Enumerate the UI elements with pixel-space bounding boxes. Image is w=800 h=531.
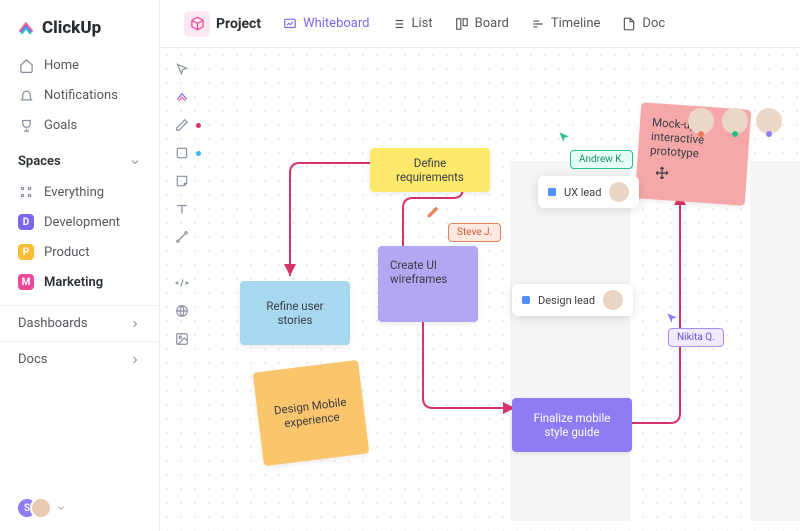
- dashboards-section[interactable]: Dashboards: [0, 305, 159, 341]
- whiteboard-canvas[interactable]: Define requirements Refine user stories …: [160, 48, 800, 531]
- space-label: Development: [44, 215, 120, 230]
- user-cursor-label: Steve J.: [448, 223, 501, 242]
- chevron-down-icon: [129, 156, 141, 168]
- space-label: Product: [44, 245, 89, 260]
- space-product[interactable]: P Product: [0, 237, 159, 267]
- space-badge: P: [18, 244, 34, 260]
- spaces-title: Spaces: [18, 154, 61, 169]
- section-label: Dashboards: [18, 316, 88, 331]
- view-list[interactable]: List: [381, 10, 442, 37]
- canvas-grid: [390, 161, 800, 521]
- nav-notifications[interactable]: Notifications: [8, 80, 151, 110]
- home-icon: [18, 57, 34, 73]
- whiteboard-icon: [283, 17, 297, 31]
- presence-avatars[interactable]: [688, 108, 782, 134]
- cube-icon: [184, 11, 210, 37]
- doc-icon: [622, 17, 636, 31]
- project-label: Project: [216, 16, 261, 32]
- view-timeline[interactable]: Timeline: [521, 10, 611, 37]
- note-text: Refine user stories: [252, 299, 338, 327]
- topbar: Project Whiteboard List Board Timeline D…: [160, 0, 800, 48]
- logo[interactable]: ClickUp: [0, 0, 159, 50]
- space-label: Everything: [44, 185, 104, 200]
- pencil-icon: [426, 205, 440, 219]
- list-icon: [391, 17, 405, 31]
- tool-embed[interactable]: [173, 274, 191, 292]
- timeline-icon: [531, 17, 545, 31]
- nav-goals[interactable]: Goals: [8, 110, 151, 140]
- tag-label: UX lead: [564, 186, 601, 199]
- space-development[interactable]: D Development: [0, 207, 159, 237]
- space-everything[interactable]: Everything: [0, 177, 159, 207]
- note-text: Finalize mobile style guide: [524, 411, 620, 439]
- user-cursor-label: Nikita Q.: [668, 328, 724, 347]
- chevron-right-icon: [129, 318, 141, 330]
- cursor-icon: [665, 311, 679, 325]
- view-board[interactable]: Board: [445, 10, 519, 37]
- grid-icon: [18, 184, 34, 200]
- view-label: Timeline: [551, 16, 601, 31]
- spaces-header[interactable]: Spaces: [0, 140, 159, 177]
- space-marketing[interactable]: M Marketing: [0, 267, 159, 297]
- tool-image[interactable]: [173, 330, 191, 348]
- note-create[interactable]: Create UI wireframes: [378, 246, 478, 322]
- nav-label: Home: [44, 58, 79, 73]
- avatar: [603, 290, 623, 310]
- view-label: List: [411, 16, 432, 31]
- tool-clickup[interactable]: [173, 88, 191, 106]
- sidebar-footer[interactable]: S: [0, 485, 159, 531]
- chevron-right-icon: [129, 354, 141, 366]
- nav-label: Notifications: [44, 88, 118, 103]
- bell-icon: [18, 87, 34, 103]
- presence-avatar[interactable]: [756, 108, 782, 134]
- brand-name: ClickUp: [42, 18, 101, 38]
- note-design[interactable]: Design Mobile experience: [253, 360, 370, 466]
- cursor-icon: [557, 130, 571, 144]
- space-label: Marketing: [44, 275, 103, 290]
- note-text: Define requirements: [382, 156, 478, 184]
- move-icon: [655, 166, 669, 180]
- note-text: Design Mobile experience: [269, 394, 354, 432]
- nav-label: Goals: [44, 118, 77, 133]
- nav-home[interactable]: Home: [8, 50, 151, 80]
- tool-shape[interactable]: [173, 144, 191, 162]
- note-text: Create UI wireframes: [390, 258, 466, 286]
- note-refine[interactable]: Refine user stories: [240, 281, 350, 345]
- view-whiteboard[interactable]: Whiteboard: [273, 10, 379, 37]
- tag-label: Design lead: [538, 294, 595, 307]
- tag-ux-lead[interactable]: UX lead: [538, 176, 639, 208]
- tool-cursor[interactable]: [173, 60, 191, 78]
- view-label: Board: [475, 16, 509, 31]
- tool-text[interactable]: [173, 200, 191, 218]
- note-finalize[interactable]: Finalize mobile style guide: [512, 398, 632, 452]
- user-avatar: [30, 497, 52, 519]
- view-doc[interactable]: Doc: [612, 10, 675, 37]
- trophy-icon: [18, 117, 34, 133]
- space-badge: M: [18, 274, 34, 290]
- primary-nav: Home Notifications Goals: [0, 50, 159, 140]
- presence-avatar[interactable]: [688, 108, 714, 134]
- tool-connector[interactable]: [173, 228, 191, 246]
- user-cursor-label: Andrew K.: [570, 150, 633, 169]
- avatar: [609, 182, 629, 202]
- clickup-logo-icon: [16, 18, 36, 38]
- view-label: Whiteboard: [303, 16, 369, 31]
- tool-sticky[interactable]: [173, 172, 191, 190]
- tool-web[interactable]: [173, 302, 191, 320]
- tool-rail: [168, 60, 196, 348]
- tool-pen[interactable]: [173, 116, 191, 134]
- docs-section[interactable]: Docs: [0, 341, 159, 377]
- sidebar: ClickUp Home Notifications Goals Spaces …: [0, 0, 160, 531]
- chevron-down-icon: [56, 503, 66, 513]
- space-badge: D: [18, 214, 34, 230]
- note-define[interactable]: Define requirements: [370, 148, 490, 192]
- presence-avatar[interactable]: [722, 108, 748, 134]
- project-title[interactable]: Project: [174, 5, 271, 43]
- view-label: Doc: [642, 16, 665, 31]
- section-label: Docs: [18, 352, 47, 367]
- tag-design-lead[interactable]: Design lead: [512, 284, 633, 316]
- board-icon: [455, 17, 469, 31]
